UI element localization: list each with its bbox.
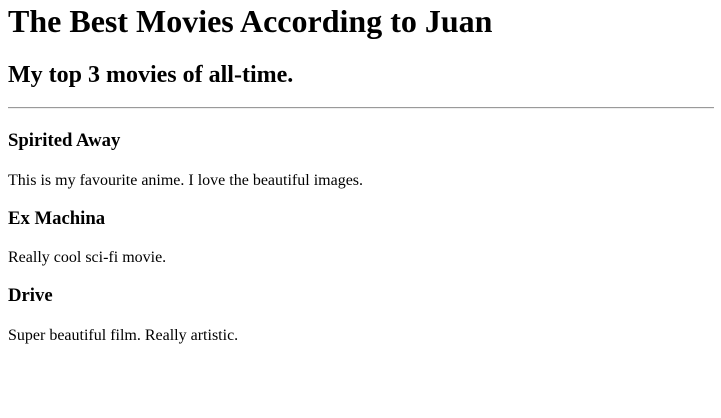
page-subtitle: My top 3 movies of all-time. (8, 62, 294, 88)
movie-title-spirited-away: Spirited Away (8, 130, 121, 151)
movie-description-spirited-away: This is my favourite anime. I love the b… (8, 172, 364, 189)
page-title: The Best Movies According to Juan (8, 3, 493, 39)
movie-description-ex-machina: Really cool sci-fi movie. (8, 249, 167, 266)
movie-title-drive: Drive (8, 285, 53, 306)
movie-title-ex-machina: Ex Machina (8, 208, 106, 229)
movie-description-drive: Super beautiful film. Really artistic. (8, 327, 239, 344)
divider (8, 107, 714, 109)
